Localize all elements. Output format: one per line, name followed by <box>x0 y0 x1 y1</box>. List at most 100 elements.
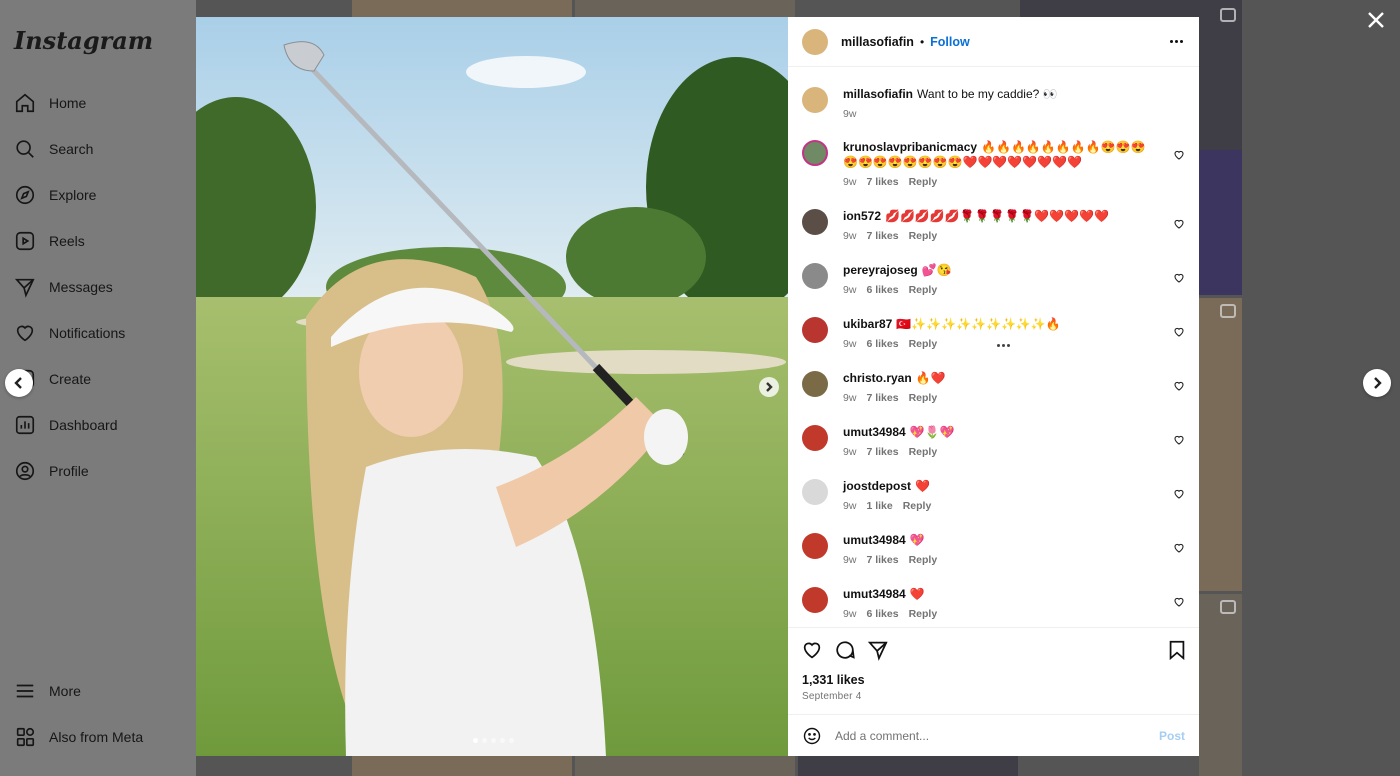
close-button[interactable] <box>1366 10 1386 30</box>
follow-button[interactable]: Follow <box>930 35 970 49</box>
comment-text: 💖 <box>909 533 925 547</box>
sidebar-item-more[interactable]: More <box>14 675 81 707</box>
sidebar-item-home[interactable]: Home <box>14 87 86 119</box>
reply-button[interactable]: Reply <box>909 607 938 622</box>
avatar[interactable] <box>802 28 828 55</box>
comment-button[interactable] <box>834 639 856 661</box>
sidebar-item-dashboard[interactable]: Dashboard <box>14 409 118 441</box>
reply-button[interactable]: Reply <box>909 175 938 190</box>
caption-time[interactable]: 9w <box>843 107 856 122</box>
reply-button[interactable]: Reply <box>909 229 938 244</box>
share-button[interactable] <box>867 639 889 661</box>
like-comment-button[interactable] <box>1173 595 1185 607</box>
caption-username[interactable]: millasofiafin <box>843 87 913 101</box>
comment-time[interactable]: 9w <box>843 445 856 460</box>
like-comment-button[interactable] <box>1173 487 1185 499</box>
comment-username[interactable]: umut34984 <box>843 425 906 439</box>
comment-options-button[interactable] <box>997 344 1010 347</box>
comment-likes[interactable]: 6 likes <box>866 283 898 298</box>
more-icon-dot <box>1174 39 1178 43</box>
comment-time[interactable]: 9w <box>843 229 856 244</box>
likes-count[interactable]: 1,331 likes <box>802 673 865 687</box>
post-comment-button[interactable]: Post <box>1159 729 1185 743</box>
sidebar-item-reels[interactable]: Reels <box>14 225 85 257</box>
like-comment-button[interactable] <box>1173 325 1185 337</box>
like-comment-button[interactable] <box>1173 379 1185 391</box>
avatar[interactable] <box>802 140 828 166</box>
sidebar-item-also-from-meta[interactable]: Also from Meta <box>14 721 143 753</box>
sidebar-item-profile[interactable]: Profile <box>14 455 89 487</box>
comment-time[interactable]: 9w <box>843 553 856 568</box>
comment-username[interactable]: joostdepost <box>843 479 911 493</box>
like-comment-button[interactable] <box>1173 541 1185 553</box>
avatar[interactable] <box>802 263 828 289</box>
comment-username[interactable]: ukibar87 <box>843 317 892 331</box>
grid-tile[interactable] <box>575 0 795 17</box>
comment-likes[interactable]: 7 likes <box>866 391 898 406</box>
reply-button[interactable]: Reply <box>909 337 938 352</box>
sidebar-item-messages[interactable]: Messages <box>14 271 113 303</box>
sidebar-item-search[interactable]: Search <box>14 133 93 165</box>
avatar[interactable] <box>802 87 828 113</box>
comment-likes[interactable]: 1 like <box>866 499 892 514</box>
grid-tile[interactable] <box>798 756 1018 776</box>
like-comment-button[interactable] <box>1173 148 1185 160</box>
comment-time[interactable]: 9w <box>843 337 856 352</box>
avatar[interactable] <box>802 209 828 235</box>
next-post-button[interactable] <box>1363 369 1391 397</box>
reply-button[interactable]: Reply <box>909 391 938 406</box>
grid-tile[interactable] <box>352 756 572 776</box>
like-comment-button[interactable] <box>1173 433 1185 445</box>
image-next-button[interactable] <box>759 377 779 397</box>
avatar[interactable] <box>802 317 828 343</box>
comment-username[interactable]: ion572 <box>843 209 881 223</box>
like-comment-button[interactable] <box>1173 271 1185 283</box>
like-comment-button[interactable] <box>1173 217 1185 229</box>
avatar[interactable] <box>802 479 828 505</box>
comment-username[interactable]: umut34984 <box>843 587 906 601</box>
comment-likes[interactable]: 7 likes <box>866 175 898 190</box>
like-button[interactable] <box>801 639 823 661</box>
reply-button[interactable]: Reply <box>909 283 938 298</box>
comment-likes[interactable]: 7 likes <box>866 445 898 460</box>
comment-username[interactable]: umut34984 <box>843 533 906 547</box>
comment-likes[interactable]: 7 likes <box>866 229 898 244</box>
previous-post-button[interactable] <box>5 369 33 397</box>
sidebar-item-notifications[interactable]: Notifications <box>14 317 125 349</box>
comment-time[interactable]: 9w <box>843 175 856 190</box>
comment-time[interactable]: 9w <box>843 499 856 514</box>
save-button[interactable] <box>1166 639 1188 661</box>
avatar[interactable] <box>802 425 828 451</box>
reply-button[interactable]: Reply <box>909 553 938 568</box>
comment-username[interactable]: krunoslavpribanicmacy <box>843 140 977 154</box>
post-image[interactable] <box>196 17 788 756</box>
grid-tile[interactable] <box>575 756 795 776</box>
sidebar-item-explore[interactable]: Explore <box>14 179 96 211</box>
grid-tile[interactable] <box>352 0 572 17</box>
comment-likes[interactable]: 7 likes <box>866 553 898 568</box>
emoji-button[interactable] <box>802 726 822 746</box>
comment-username[interactable]: christo.ryan <box>843 371 912 385</box>
comment-input[interactable] <box>835 728 1135 743</box>
comment-time[interactable]: 9w <box>843 607 856 622</box>
comment-time[interactable]: 9w <box>843 283 856 298</box>
comment-username[interactable]: pereyrajoseg <box>843 263 918 277</box>
bookmark-icon <box>1169 640 1185 661</box>
reel-icon <box>1220 304 1236 318</box>
reply-button[interactable]: Reply <box>903 499 932 514</box>
heart-icon <box>1174 150 1184 160</box>
more-options-button[interactable] <box>1167 33 1185 49</box>
comment-likes[interactable]: 6 likes <box>866 337 898 352</box>
avatar[interactable] <box>802 587 828 613</box>
comment-time[interactable]: 9w <box>843 391 856 406</box>
instagram-logo[interactable]: Instagram <box>14 26 153 55</box>
reply-button[interactable]: Reply <box>909 445 938 460</box>
heart-icon <box>1174 219 1184 229</box>
grid-tile[interactable] <box>1199 594 1242 776</box>
grid-tile[interactable] <box>1199 298 1242 591</box>
comment-likes[interactable]: 6 likes <box>866 607 898 622</box>
post-username[interactable]: millasofiafin <box>841 35 914 49</box>
avatar[interactable] <box>802 371 828 397</box>
comments-list[interactable]: millasofiafin Want to be my caddie? 👀 9w … <box>788 75 1199 627</box>
avatar[interactable] <box>802 533 828 559</box>
